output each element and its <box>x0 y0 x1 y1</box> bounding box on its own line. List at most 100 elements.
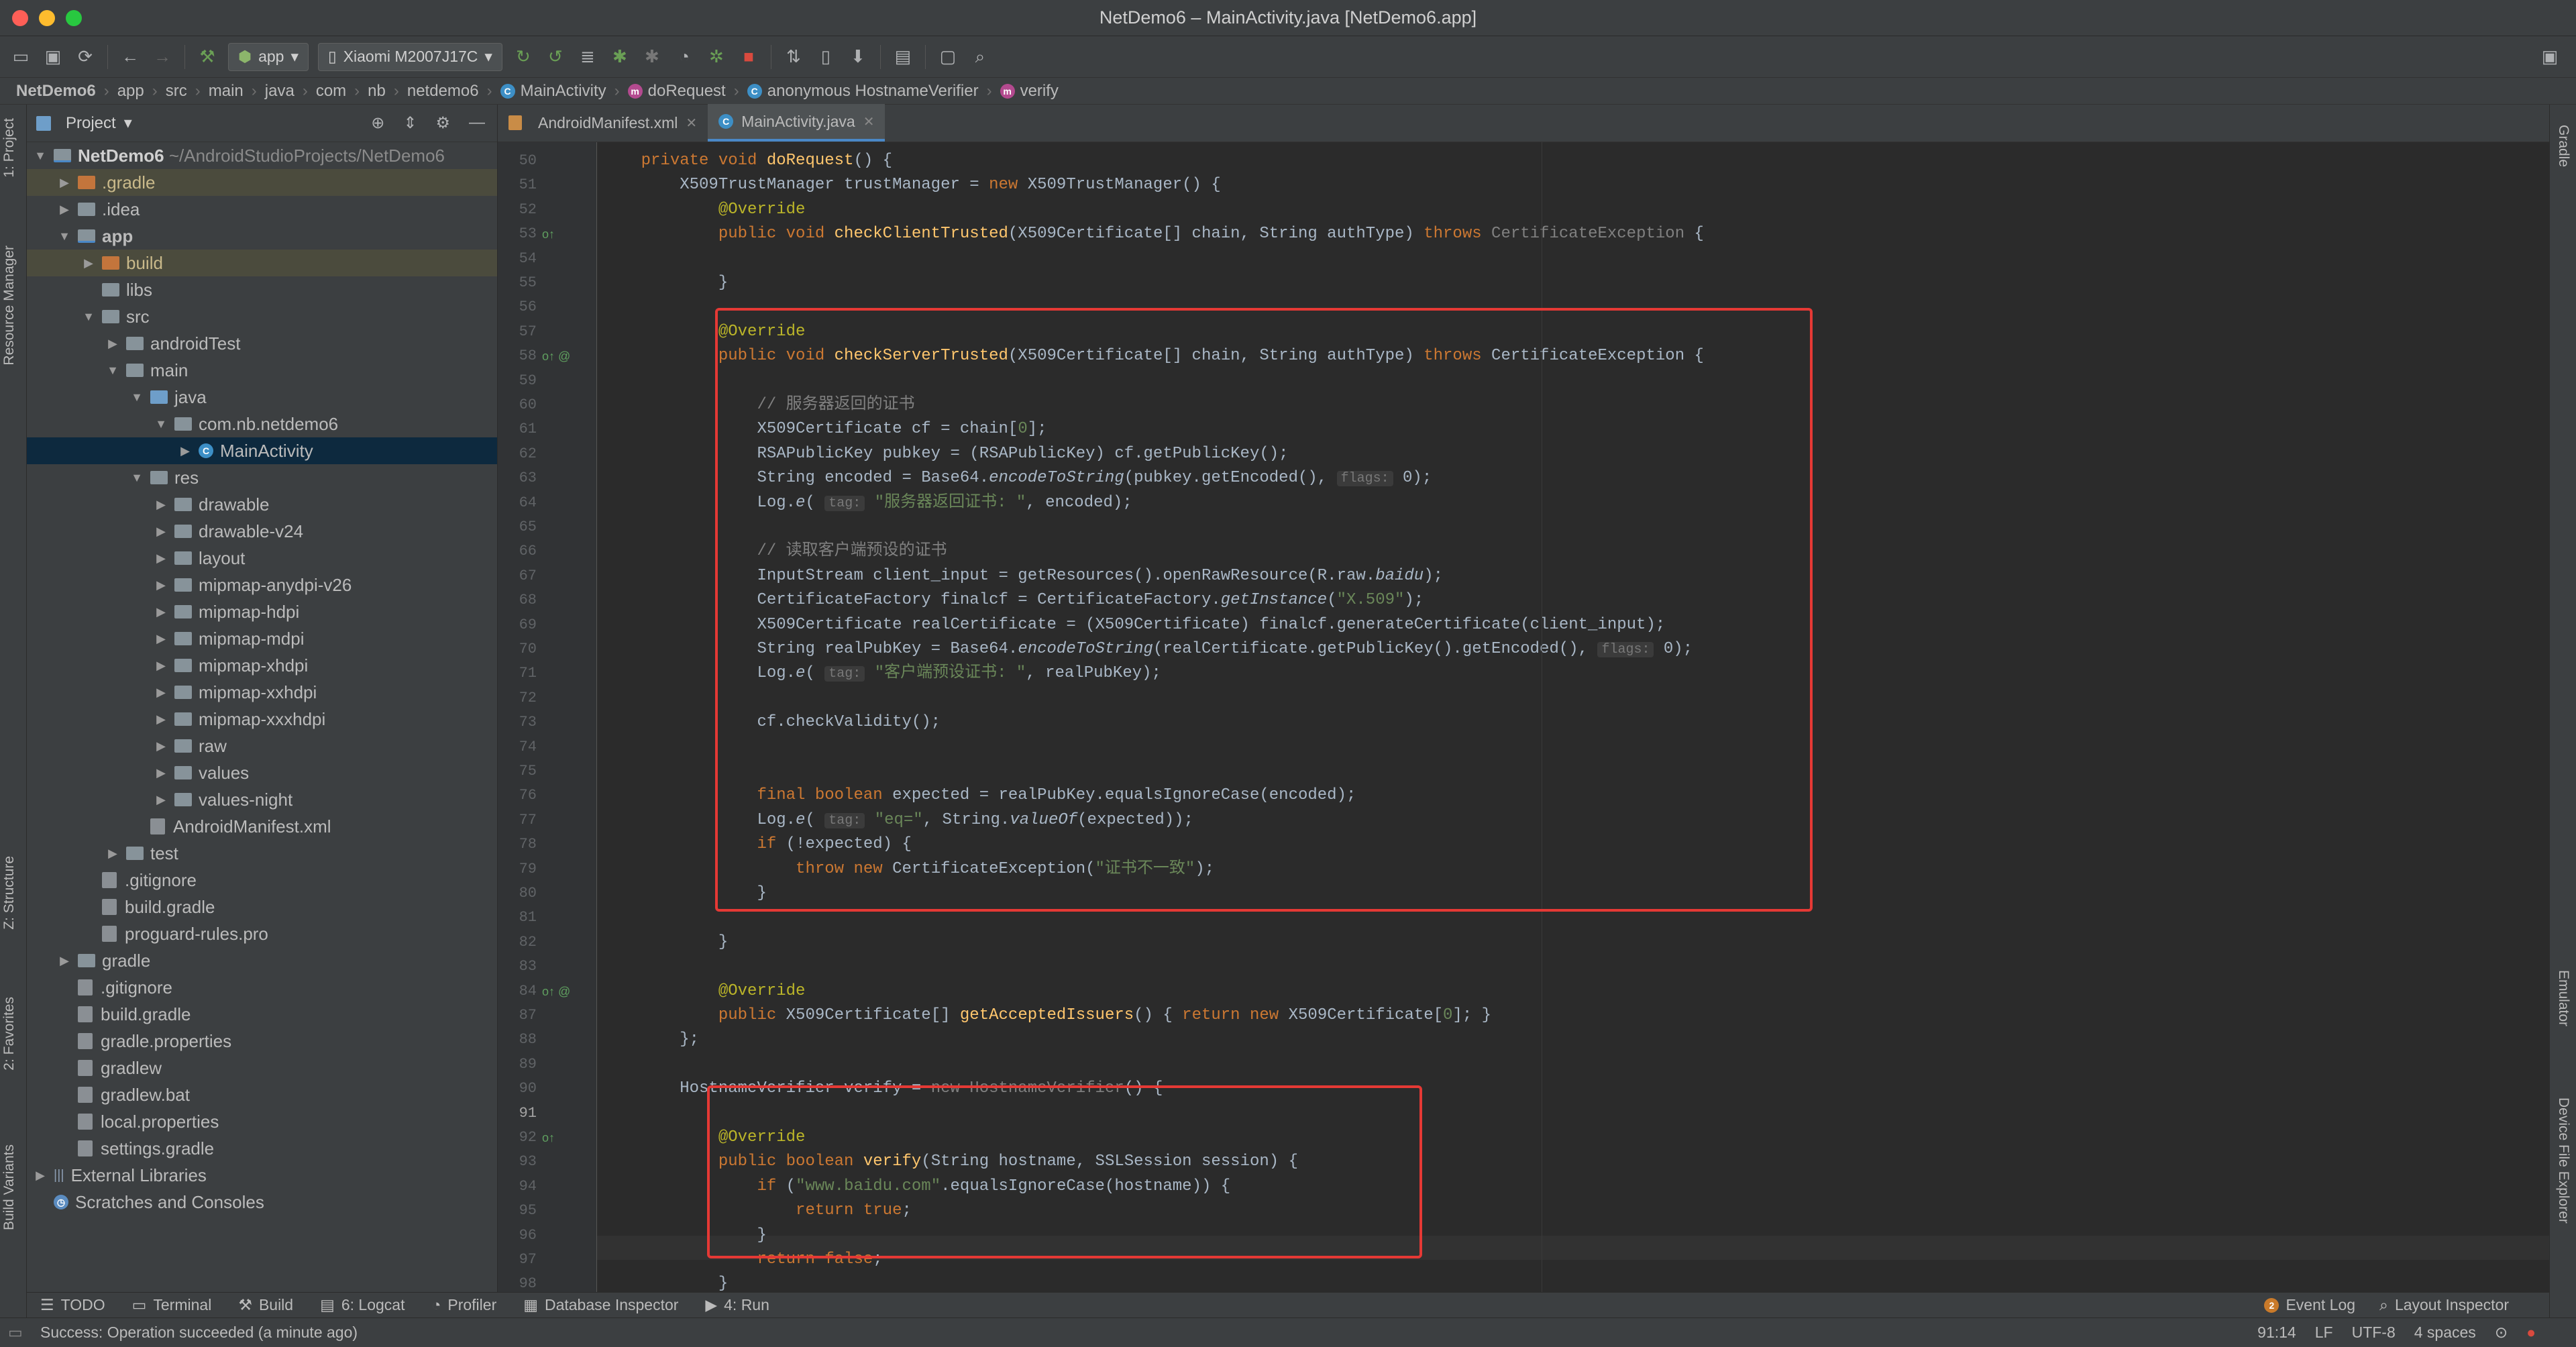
tree-item[interactable]: ▶ drawable <box>27 491 497 518</box>
tree-item[interactable]: gradle.properties <box>27 1028 497 1055</box>
tree-item[interactable]: ▼ app <box>27 223 497 250</box>
sdk-manager-icon[interactable]: ⬇ <box>844 43 872 71</box>
chevron-down-icon[interactable]: ▼ <box>82 310 95 324</box>
tree-item[interactable]: .gitignore <box>27 867 497 894</box>
chevron-right-icon[interactable]: ▶ <box>154 766 168 780</box>
chevron-right-icon[interactable]: ▶ <box>178 444 192 458</box>
breadcrumb-item[interactable]: src <box>166 82 187 101</box>
breadcrumb-item[interactable]: Canonymous HostnameVerifier <box>747 82 979 101</box>
chevron-right-icon[interactable]: ▶ <box>106 847 119 861</box>
code-line[interactable]: private void doRequest() { <box>602 149 892 173</box>
attach-debugger-icon[interactable]: ✱ <box>638 43 666 71</box>
tree-item[interactable]: ▶ mipmap-xxhdpi <box>27 679 497 706</box>
tool-window-database-inspector[interactable]: ▦ Database Inspector <box>523 1296 678 1314</box>
locate-icon[interactable]: ⊕ <box>371 113 384 133</box>
line-separator[interactable]: LF <box>2315 1324 2333 1342</box>
lock-icon[interactable]: ⊙ <box>2495 1324 2508 1342</box>
breadcrumb-item[interactable]: main <box>209 82 244 101</box>
collapse-all-icon[interactable]: ⇕ <box>403 113 417 133</box>
tree-item[interactable]: gradlew.bat <box>27 1081 497 1108</box>
chevron-right-icon[interactable]: ▶ <box>82 256 95 270</box>
tree-item[interactable]: ▶ mipmap-xxxhdpi <box>27 706 497 733</box>
chevron-right-icon[interactable]: ▶ <box>58 954 71 968</box>
line-gutter[interactable]: 50 51 52 53 o↑ 54 55 56 57 58 o↑ @ 59 60 61 62 63 64 65 66… <box>498 142 597 1292</box>
tree-item[interactable]: ▶ raw <box>27 733 497 759</box>
chevron-right-icon[interactable]: ▶ <box>106 337 119 351</box>
tab-build-variants[interactable]: Build Variants <box>1 1144 17 1230</box>
indent-setting[interactable]: 4 spaces <box>2414 1324 2476 1342</box>
run-with-coverage-icon[interactable]: ✲ <box>702 43 731 71</box>
tree-item[interactable]: ▶ test <box>27 840 497 867</box>
tree-item[interactable]: .gitignore <box>27 974 497 1001</box>
chevron-right-icon[interactable]: ▶ <box>154 551 168 565</box>
search-icon[interactable]: ⌕ <box>966 43 994 71</box>
account-icon[interactable]: ▣ <box>2536 43 2564 71</box>
chevron-down-icon[interactable]: ▼ <box>58 229 71 244</box>
close-icon[interactable]: ✕ <box>863 113 875 130</box>
chevron-down-icon[interactable]: ▼ <box>106 364 119 378</box>
code-line[interactable]: public void checkClientTrusted(X509Certi… <box>602 222 1704 246</box>
file-encoding[interactable]: UTF-8 <box>2352 1324 2396 1342</box>
tree-item[interactable]: ▶ drawable-v24 <box>27 518 497 545</box>
tree-item[interactable]: ▶ mipmap-hdpi <box>27 598 497 625</box>
chevron-right-icon[interactable]: ▶ <box>34 1169 47 1183</box>
save-icon[interactable]: ▣ <box>39 43 67 71</box>
tree-root[interactable]: ▼ NetDemo6 ~/AndroidStudioProjects/NetDe… <box>27 142 497 169</box>
tree-item[interactable]: ▶ layout <box>27 545 497 572</box>
code-line[interactable]: }; <box>602 1028 699 1052</box>
layout-inspector-button[interactable]: ⌕ Layout Inspector <box>2379 1296 2509 1314</box>
tree-item[interactable]: ▶ values <box>27 759 497 786</box>
override-marker-icon[interactable]: o↑ <box>542 1126 555 1150</box>
code-line[interactable]: @Override <box>602 198 806 222</box>
panel-toggle-icon[interactable]: ▭ <box>8 1324 23 1342</box>
window-controls[interactable] <box>12 10 82 26</box>
stop-icon[interactable]: ■ <box>735 43 763 71</box>
tree-item[interactable]: build.gradle <box>27 1001 497 1028</box>
back-icon[interactable]: ← <box>116 43 144 71</box>
tree-item[interactable]: build.gradle <box>27 894 497 920</box>
breadcrumb-item[interactable]: NetDemo6 <box>16 82 96 101</box>
tool-window-6-logcat[interactable]: ▤ 6: Logcat <box>320 1296 405 1314</box>
tab-project[interactable]: 1: Project <box>1 118 17 178</box>
project-view-select[interactable]: Project <box>66 114 116 133</box>
tree-item[interactable]: ▶ .idea <box>27 196 497 223</box>
breadcrumb-item[interactable]: java <box>265 82 294 101</box>
tab-mainactivity[interactable]: C MainActivity.java ✕ <box>708 104 885 142</box>
chevron-right-icon[interactable]: ▶ <box>154 739 168 753</box>
device-select[interactable]: ▯ Xiaomi M2007J17C ▾ <box>318 42 502 71</box>
tree-item[interactable]: ▶ mipmap-mdpi <box>27 625 497 652</box>
override-marker-icon[interactable]: o↑ @ <box>542 344 570 368</box>
coverage-icon[interactable]: ≣ <box>574 43 602 71</box>
minimize-window-button[interactable] <box>39 10 55 26</box>
breadcrumb-item[interactable]: com <box>316 82 346 101</box>
tab-androidmanifest[interactable]: AndroidManifest.xml ✕ <box>498 104 708 142</box>
apply-code-changes-icon[interactable]: ↺ <box>541 43 570 71</box>
tree-item[interactable]: ▶ ||| External Libraries <box>27 1162 497 1189</box>
tree-item[interactable]: ▶ gradle <box>27 947 497 974</box>
tree-item[interactable]: proguard-rules.pro <box>27 920 497 947</box>
tool-window-build[interactable]: ⚒ Build <box>238 1296 293 1314</box>
tree-item[interactable]: ▶ androidTest <box>27 330 497 357</box>
breadcrumb-item[interactable]: m verify <box>1000 82 1059 101</box>
breadcrumb-item[interactable]: nb <box>368 82 386 101</box>
chevron-down-icon[interactable]: ▼ <box>130 390 144 405</box>
tree-item[interactable]: ◷ Scratches and Consoles <box>27 1189 497 1216</box>
layout-icon[interactable]: ▢ <box>934 43 962 71</box>
tree-item[interactable]: ▼ java <box>27 384 497 411</box>
tab-device-file-explorer[interactable]: Device File Explorer <box>2555 1097 2571 1224</box>
code-line[interactable]: public X509Certificate[] getAcceptedIssu… <box>602 1004 1491 1028</box>
close-icon[interactable]: ✕ <box>686 115 697 131</box>
apply-changes-icon[interactable]: ↻ <box>509 43 537 71</box>
chevron-right-icon[interactable]: ▶ <box>154 605 168 619</box>
chevron-right-icon[interactable]: ▶ <box>154 686 168 700</box>
override-marker-icon[interactable]: o↑ <box>542 222 555 246</box>
breadcrumb-item[interactable]: netdemo6 <box>407 82 479 101</box>
tab-favorites[interactable]: 2: Favorites <box>1 997 17 1071</box>
profile-icon[interactable]: ◔ <box>670 43 698 71</box>
tree-item[interactable]: ▼ main <box>27 357 497 384</box>
tree-item[interactable]: settings.gradle <box>27 1135 497 1162</box>
tree-item[interactable]: ▼ com.nb.netdemo6 <box>27 411 497 437</box>
tree-item[interactable]: ▶ values-night <box>27 786 497 813</box>
event-log-button[interactable]: 2 Event Log <box>2264 1296 2355 1314</box>
hammer-build-icon[interactable]: ⚒ <box>193 43 221 71</box>
